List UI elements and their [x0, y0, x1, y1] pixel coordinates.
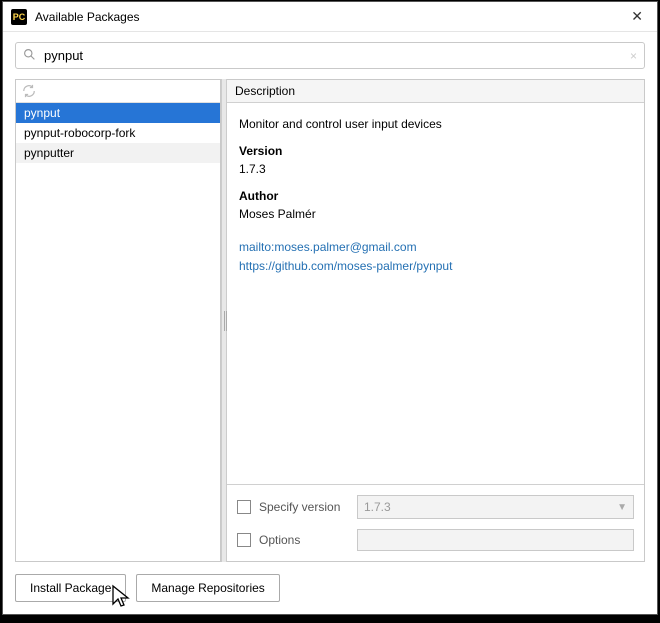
- version-select[interactable]: 1.7.3 ▼: [357, 495, 634, 519]
- options-checkbox[interactable]: [237, 533, 251, 547]
- specify-version-checkbox[interactable]: [237, 500, 251, 514]
- package-list[interactable]: pynputpynput-robocorp-forkpynputter: [16, 103, 220, 561]
- mailto-link[interactable]: mailto:moses.palmer@gmail.com: [239, 238, 632, 257]
- window-title: Available Packages: [35, 10, 617, 24]
- description-body: Monitor and control user input devices V…: [227, 103, 644, 484]
- chevron-down-icon: ▼: [617, 502, 627, 513]
- clear-search-icon[interactable]: ×: [630, 49, 637, 63]
- close-icon[interactable]: ✕: [625, 8, 649, 25]
- list-item[interactable]: pynput-robocorp-fork: [16, 123, 220, 143]
- description-panel: Description Monitor and control user inp…: [227, 79, 645, 562]
- version-label: Version: [239, 142, 632, 161]
- manage-repositories-button[interactable]: Manage Repositories: [136, 574, 279, 602]
- refresh-button[interactable]: [16, 80, 220, 103]
- available-packages-dialog: PC Available Packages ✕ × pynputpynput-r…: [2, 1, 658, 615]
- repo-link[interactable]: https://github.com/moses-palmer/pynput: [239, 257, 632, 276]
- list-item[interactable]: pynput: [16, 103, 220, 123]
- install-package-button[interactable]: Install Package: [15, 574, 126, 602]
- install-options: Specify version 1.7.3 ▼ Options: [227, 484, 644, 561]
- options-label: Options: [259, 533, 349, 547]
- search-input[interactable]: [44, 48, 616, 63]
- package-list-panel: pynputpynput-robocorp-forkpynputter: [15, 79, 221, 562]
- search-row: ×: [3, 32, 657, 79]
- footer: Install Package Manage Repositories: [3, 562, 657, 614]
- package-summary: Monitor and control user input devices: [239, 115, 632, 134]
- version-value: 1.7.3: [239, 160, 632, 179]
- description-header: Description: [227, 80, 644, 103]
- titlebar: PC Available Packages ✕: [3, 2, 657, 32]
- splitter[interactable]: [221, 79, 227, 562]
- list-item[interactable]: pynputter: [16, 143, 220, 163]
- options-input[interactable]: [357, 529, 634, 551]
- refresh-icon: [22, 84, 36, 98]
- main-area: pynputpynput-robocorp-forkpynputter Desc…: [3, 79, 657, 562]
- author-value: Moses Palmér: [239, 205, 632, 224]
- pycharm-icon: PC: [11, 9, 27, 25]
- author-label: Author: [239, 187, 632, 206]
- specify-version-label: Specify version: [259, 500, 349, 514]
- version-select-value: 1.7.3: [364, 500, 391, 514]
